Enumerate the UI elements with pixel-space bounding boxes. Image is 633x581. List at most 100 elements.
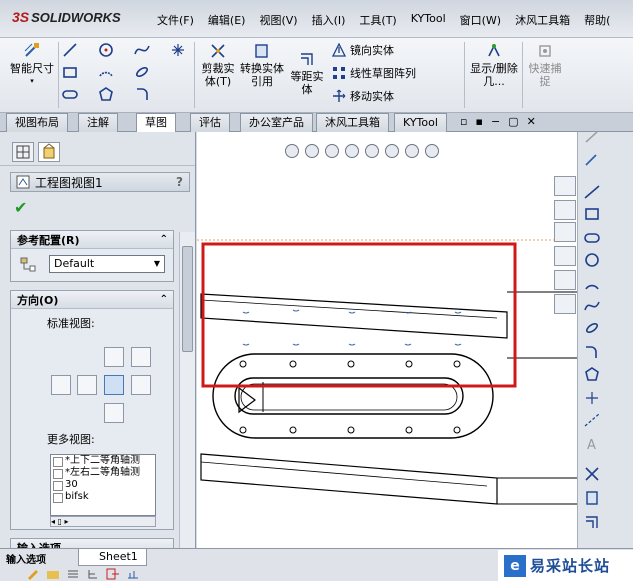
design-library-icon[interactable] (554, 222, 576, 242)
polygon-icon[interactable] (98, 86, 114, 102)
export-icon[interactable] (106, 568, 120, 580)
convert-entities-button[interactable]: 转换实体引用 (240, 42, 284, 88)
tab-evaluate[interactable]: 评估 (190, 113, 230, 132)
tab-office-products[interactable]: 办公室产品 (240, 113, 313, 132)
show-delete-relations-button[interactable]: 显示/删除几... (470, 42, 518, 88)
tile-icon[interactable]: ▪ (475, 115, 482, 128)
fillet-icon[interactable] (134, 86, 150, 102)
resources-icon[interactable] (554, 200, 576, 220)
list-item[interactable]: 30 (51, 479, 155, 491)
list-item[interactable]: bifsk (51, 491, 155, 503)
reference-config-select[interactable]: Default ▼ (49, 255, 165, 273)
tab-sketch[interactable]: 草图 (136, 113, 176, 133)
import-options-header[interactable]: 输入选项 (6, 551, 46, 566)
menu-edit[interactable]: 编辑(E) (201, 12, 253, 28)
menu-mufeng[interactable]: 沐风工具箱 (508, 12, 577, 28)
back-view-button[interactable] (104, 403, 124, 423)
menu-insert[interactable]: 插入(I) (305, 12, 353, 28)
rectangle-icon[interactable] (583, 206, 601, 222)
drawing-view[interactable] (197, 132, 577, 548)
front-view-button[interactable] (104, 347, 124, 367)
folder-icon[interactable] (46, 568, 60, 580)
polygon-icon[interactable] (583, 366, 601, 382)
ellipse-icon[interactable] (134, 64, 150, 80)
appearances-icon[interactable] (554, 270, 576, 290)
list-icon[interactable] (66, 568, 80, 580)
point-icon[interactable] (170, 42, 186, 58)
centerline-icon[interactable] (583, 412, 601, 428)
offset-entities-icon[interactable] (583, 514, 601, 530)
linear-pattern-button[interactable]: 线性草图阵列 (332, 65, 416, 81)
menu-tools[interactable]: 工具(T) (352, 12, 403, 28)
line-icon[interactable] (583, 184, 601, 200)
restore-window-icon[interactable]: ▫ (460, 115, 467, 128)
ellipse-icon[interactable] (583, 320, 601, 336)
fillet-icon[interactable] (583, 344, 601, 360)
scrollbar-thumb[interactable] (182, 246, 193, 352)
arc-icon[interactable] (98, 64, 114, 80)
list-item[interactable]: *上下二等角轴测 (51, 455, 155, 467)
chart-icon[interactable] (126, 568, 140, 580)
import-options-header[interactable]: 输入选项 (11, 539, 173, 548)
orientation-label: 方向(O) (17, 293, 59, 307)
menu-help[interactable]: 帮助( (577, 12, 617, 28)
slot-icon[interactable] (583, 230, 601, 246)
pencil-icon[interactable] (26, 568, 40, 580)
list-horizontal-scrollbar[interactable]: ◂ ▯ ▸ (50, 516, 156, 527)
convert-entities-icon[interactable] (583, 490, 601, 506)
menu-window[interactable]: 窗口(W) (453, 12, 508, 28)
menu-file[interactable]: 文件(F) (150, 12, 201, 28)
right-view-button[interactable] (104, 375, 124, 395)
circle-icon[interactable] (98, 42, 114, 58)
menu-kytool[interactable]: KYTool (404, 12, 453, 28)
offset-entities-button[interactable]: 等距实体 (286, 50, 328, 96)
trim-icon[interactable] (583, 466, 601, 482)
sketch-icon[interactable] (583, 130, 601, 146)
rectangle-icon[interactable] (62, 64, 78, 80)
menu-view[interactable]: 视图(V) (252, 12, 304, 28)
tab-view-layout[interactable]: 视图布局 (6, 113, 68, 132)
left-view-button[interactable] (51, 375, 71, 395)
tab-kytool[interactable]: KYTool (394, 113, 447, 132)
tree-icon[interactable] (86, 568, 100, 580)
property-manager-tab[interactable] (38, 142, 60, 162)
spline-icon[interactable] (134, 42, 150, 58)
move-entities-button[interactable]: 移动实体 (332, 88, 394, 104)
tab-annotation[interactable]: 注解 (78, 113, 118, 132)
ok-check-icon[interactable]: ✔ (14, 198, 27, 217)
property-manager: 工程图视图1 ? ✔ 参考配置(R) ⌃ Default ▼ 方向(O) ⌃ 标… (0, 132, 196, 548)
slot-icon[interactable] (62, 86, 78, 102)
arc-icon[interactable] (583, 276, 601, 292)
point-icon[interactable] (583, 390, 601, 406)
top-view-button[interactable] (77, 375, 97, 395)
mirror-entities-button[interactable]: 镜向实体 (332, 42, 394, 58)
drawing-canvas[interactable] (197, 132, 577, 548)
feature-tree-tab[interactable] (12, 142, 34, 162)
panel-scrollbar[interactable] (179, 232, 195, 548)
minimize-icon[interactable]: − (491, 115, 500, 128)
orientation-header[interactable]: 方向(O) ⌃ (11, 291, 173, 309)
file-explorer-icon[interactable] (554, 246, 576, 266)
line-icon[interactable] (62, 42, 78, 58)
home-icon[interactable] (554, 176, 576, 196)
more-views-list[interactable]: *上下二等角轴测 *左右二等角轴测 30 bifsk (50, 454, 156, 516)
tab-mufeng-toolbox[interactable]: 沐风工具箱 (316, 113, 389, 132)
smart-dimension-button[interactable]: 智能尺寸 ▾ (10, 42, 54, 88)
list-item[interactable]: *左右二等角轴测 (51, 467, 155, 479)
text-icon[interactable]: A (583, 436, 601, 452)
quick-snaps-button[interactable]: 快速捕捉 (525, 42, 565, 88)
collapse-icon[interactable]: ⌃ (160, 294, 168, 305)
help-icon[interactable]: ? (176, 175, 183, 189)
isometric-view-button[interactable] (131, 347, 151, 367)
collapse-icon[interactable]: ⌃ (160, 234, 168, 245)
smart-dimension-icon[interactable] (583, 152, 601, 168)
reference-config-header[interactable]: 参考配置(R) ⌃ (11, 231, 173, 249)
maximize-icon[interactable]: ▢ (508, 115, 518, 128)
close-icon[interactable]: ✕ (527, 115, 536, 128)
circle-icon[interactable] (583, 252, 601, 268)
spline-icon[interactable] (583, 298, 601, 314)
custom-properties-icon[interactable] (554, 294, 576, 314)
trim-entities-button[interactable]: 剪裁实体(T) (198, 42, 238, 88)
sheet-tab[interactable]: Sheet1 (78, 549, 147, 566)
bottom-view-button[interactable] (131, 375, 151, 395)
